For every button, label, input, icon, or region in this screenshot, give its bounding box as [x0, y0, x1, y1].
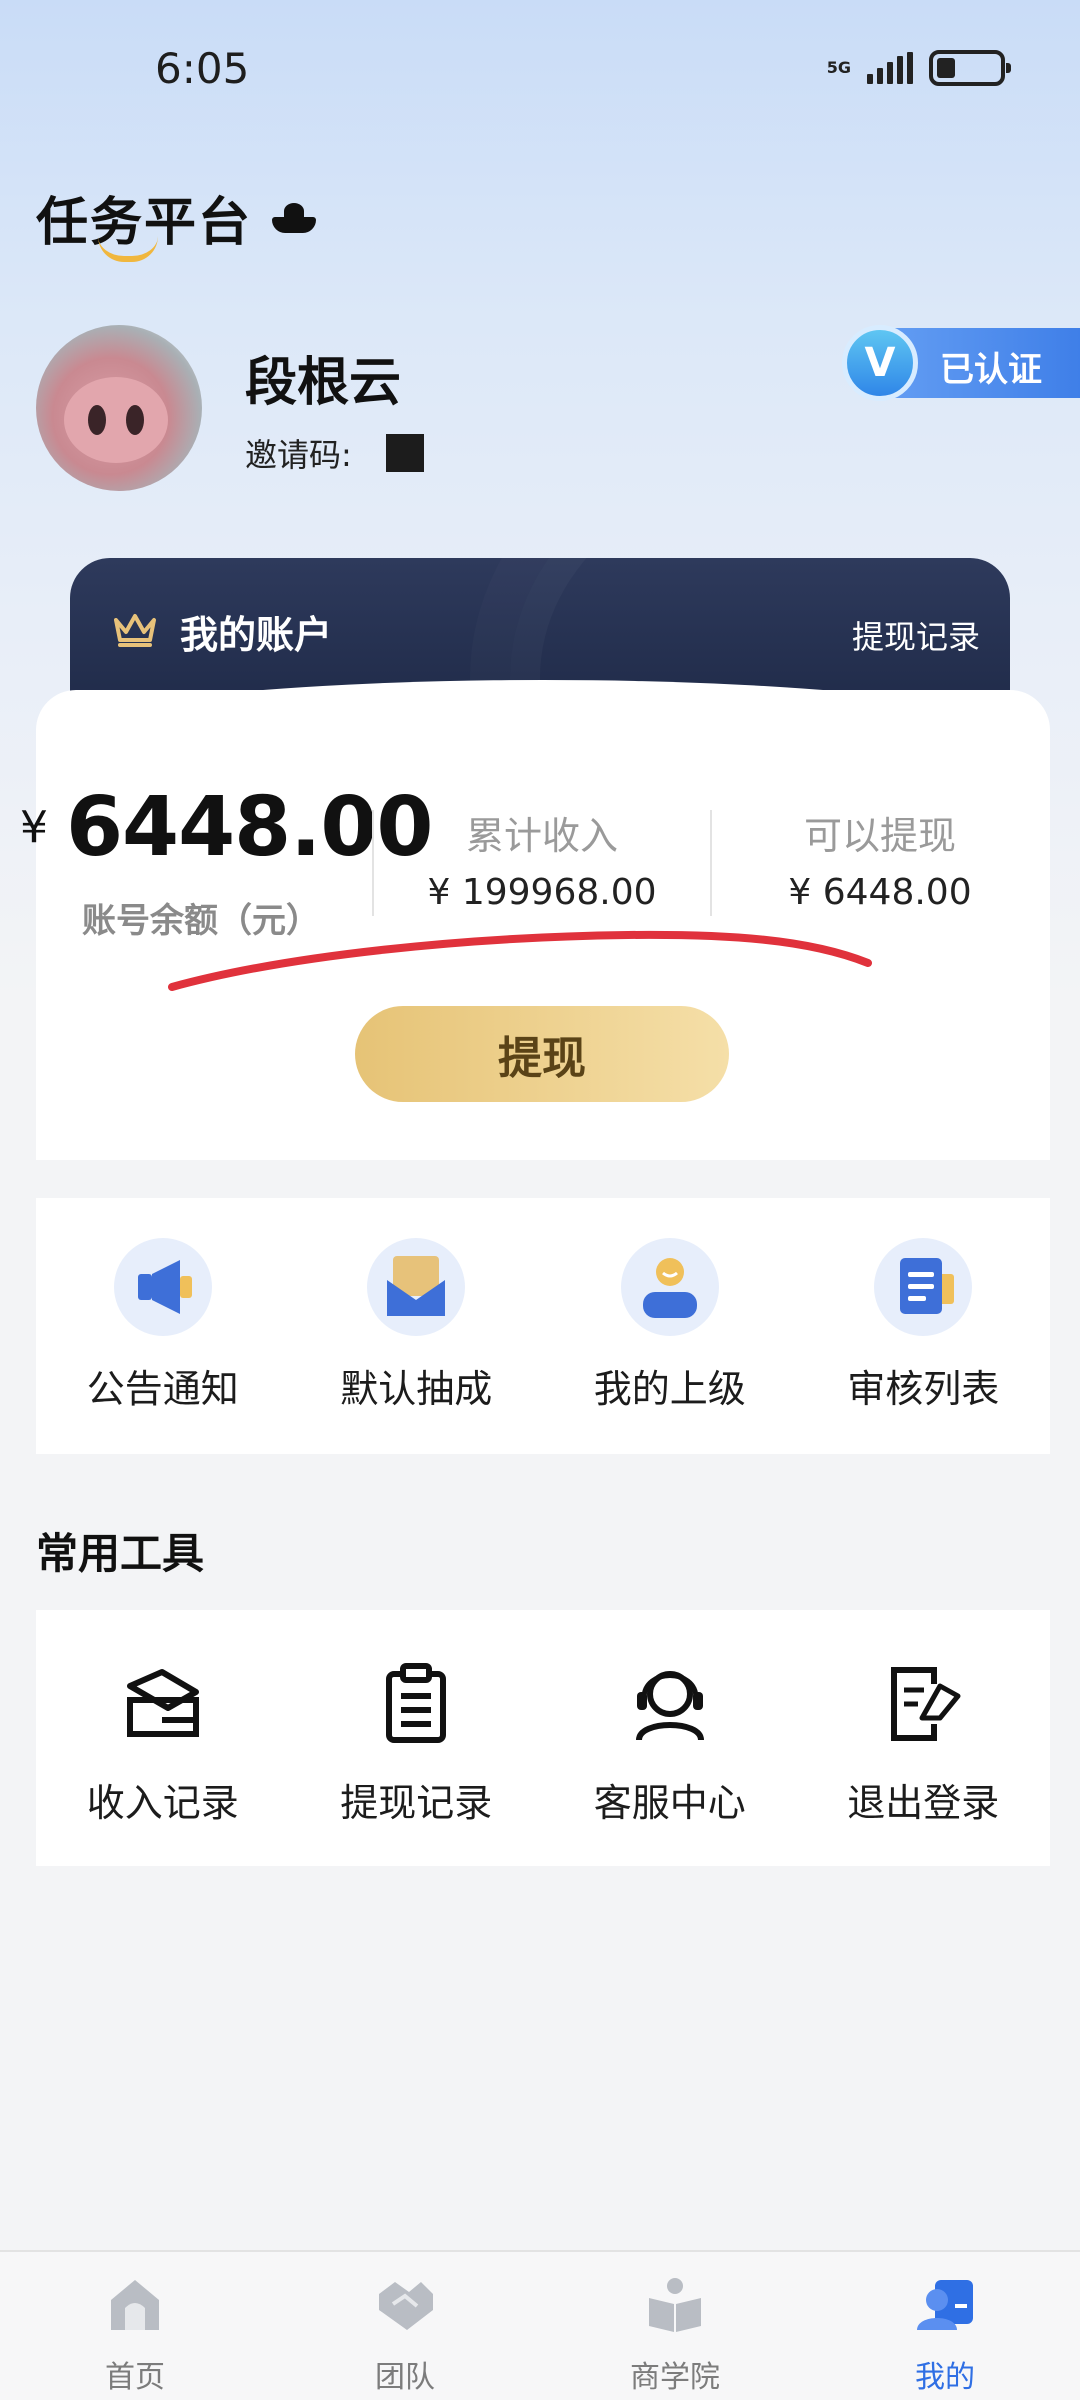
stat-divider	[372, 810, 374, 916]
withdrawable-stat: 可以提现 ¥ 6448.00	[730, 805, 1030, 913]
withdraw-button[interactable]: 提现	[355, 1006, 729, 1102]
currency-symbol: ¥	[20, 802, 48, 853]
withdrawable-label: 可以提现	[803, 814, 956, 858]
profile-icon	[917, 2280, 973, 2330]
tools-section-title: 常用工具	[36, 1529, 205, 1578]
tool-label: 提现记录	[340, 1781, 493, 1825]
signal-icon	[867, 52, 913, 84]
app-title: 任务平台	[36, 180, 252, 262]
person-icon	[620, 1238, 719, 1336]
nav-label: 首页	[105, 2360, 165, 2395]
nav-label: 团队	[375, 2360, 435, 2395]
book-icon	[649, 2278, 701, 2332]
status-time: 6:05	[155, 44, 250, 93]
tool-label: 收入记录	[86, 1781, 239, 1825]
quick-item-review-list[interactable]: 审核列表	[797, 1198, 1051, 1454]
income-record-icon	[126, 1669, 199, 1737]
gold-ingot-icon	[272, 202, 317, 233]
nav-item-home[interactable]: 首页	[0, 2252, 270, 2400]
tool-withdraw-record[interactable]: 提现记录	[290, 1610, 544, 1866]
quick-item-announcements[interactable]: 公告通知	[36, 1198, 290, 1454]
quick-item-label: 公告通知	[86, 1367, 239, 1411]
crown-icon	[114, 614, 156, 647]
invite-code-label: 邀请码:	[245, 436, 352, 474]
withdrawable-value: ¥ 6448.00	[788, 872, 972, 913]
app-logo: 任务平台	[36, 180, 317, 262]
quick-item-label: 默认抽成	[340, 1367, 493, 1411]
quick-item-label: 审核列表	[847, 1367, 1000, 1411]
quick-item-default-commission[interactable]: 默认抽成	[290, 1198, 544, 1454]
user-name: 段根云	[245, 353, 402, 413]
red-underline-annotation	[168, 930, 872, 991]
battery-icon	[929, 50, 1011, 86]
total-income-stat: 累计收入 ¥ 199968.00	[392, 805, 692, 913]
status-icons: 5G	[826, 50, 1011, 86]
avatar[interactable]	[36, 325, 202, 491]
verified-v-icon: V	[842, 325, 918, 401]
account-title: 我的账户	[180, 613, 333, 657]
network-label: 5G	[826, 58, 851, 77]
tool-logout[interactable]: 退出登录	[797, 1610, 1051, 1866]
stat-divider	[710, 810, 712, 916]
app-screen: 6:05 5G 任务平台 段根云 邀请码: V 已认证 我的账户 提现记录 ¥ …	[0, 0, 1080, 2400]
status-bar: 6:05 5G	[0, 0, 1080, 140]
nav-item-team[interactable]: 团队	[270, 2252, 540, 2400]
quick-menu: 公告通知 默认抽成 我的上级 审核列表	[36, 1198, 1050, 1454]
nav-label: 商学院	[630, 2360, 720, 2395]
clipboard-icon	[386, 1663, 447, 1743]
tool-label: 客服中心	[593, 1781, 746, 1825]
verified-label: 已认证	[940, 350, 1042, 390]
handshake-icon	[379, 2282, 433, 2330]
tool-label: 退出登录	[847, 1781, 1000, 1825]
tool-customer-service[interactable]: 客服中心	[543, 1610, 797, 1866]
bottom-nav: 首页 团队 商学院 我的	[0, 2250, 1080, 2400]
nav-item-academy[interactable]: 商学院	[540, 2252, 810, 2400]
nav-item-mine[interactable]: 我的	[810, 2252, 1080, 2400]
quick-item-label: 我的上级	[593, 1367, 746, 1411]
tools-panel: 收入记录 提现记录 客服中心 退出登录	[36, 1610, 1050, 1866]
envelope-icon	[367, 1238, 466, 1336]
verified-badge[interactable]: V 已认证	[842, 325, 1080, 401]
logo-smile-icon	[98, 236, 158, 262]
invite-code-row: 邀请码:	[245, 430, 424, 476]
logout-icon	[891, 1667, 961, 1741]
home-icon	[111, 2280, 159, 2330]
total-income-label: 累计收入	[465, 814, 618, 858]
document-list-icon	[874, 1238, 973, 1336]
withdraw-record-link[interactable]: 提现记录	[852, 612, 980, 658]
balance-amount: ¥ 6448.00	[20, 780, 433, 875]
megaphone-icon	[113, 1238, 212, 1336]
avatar-snout	[64, 377, 168, 463]
quick-item-my-superior[interactable]: 我的上级	[543, 1198, 797, 1454]
headset-icon	[635, 1671, 704, 1741]
invite-code-redacted	[385, 434, 424, 472]
total-income-value: ¥ 199968.00	[427, 872, 657, 913]
nav-label: 我的	[915, 2360, 975, 2395]
balance-value: 6448.00	[66, 780, 433, 875]
tool-income-record[interactable]: 收入记录	[36, 1610, 290, 1866]
